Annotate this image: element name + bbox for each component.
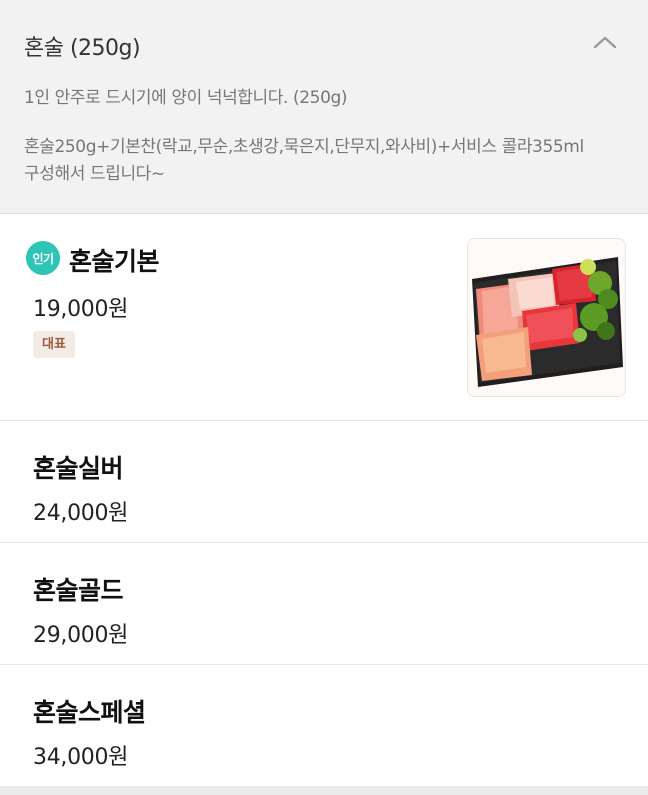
menu-item-price: 24,000원 bbox=[33, 501, 129, 526]
popular-badge: 인기 bbox=[26, 241, 60, 275]
description-line bbox=[24, 112, 624, 134]
menu-item-price: 19,000원 bbox=[33, 297, 129, 322]
description-line: 구성해서 드립니다~ bbox=[24, 164, 165, 184]
menu-item-name: 혼술기본 bbox=[69, 247, 160, 276]
menu-item-price: 29,000원 bbox=[33, 623, 129, 648]
representative-tag: 대표 bbox=[33, 331, 75, 358]
menu-item[interactable]: 인기 혼술기본 19,000원 대표 bbox=[0, 214, 648, 421]
menu-item-price: 34,000원 bbox=[33, 745, 129, 770]
bottom-divider bbox=[0, 786, 648, 795]
description-line: 1인 안주로 드시기에 양이 넉넉합니다. (250g) bbox=[24, 88, 348, 108]
sashimi-platter-image[interactable] bbox=[467, 238, 626, 397]
chevron-up-icon[interactable] bbox=[592, 34, 618, 50]
menu-item-name: 혼술실버 bbox=[33, 454, 124, 483]
menu-item[interactable]: 혼술골드 29,000원 bbox=[0, 543, 648, 665]
menu-list: 인기 혼술기본 19,000원 대표 혼술실버 24,000원 혼술골드 29,… bbox=[0, 214, 648, 787]
menu-item[interactable]: 혼술스페셜 34,000원 bbox=[0, 665, 648, 787]
popular-badge-label: 인기 bbox=[32, 251, 54, 266]
menu-item-name: 혼술골드 bbox=[33, 576, 124, 605]
description-line: 혼술250g+기본찬(락교,무순,초생강,묵은지,단무지,와사비)+서비스 콜라… bbox=[24, 137, 584, 157]
option-group-description: 1인 안주로 드시기에 양이 넉넉합니다. (250g) 혼술250g+기본찬(… bbox=[24, 85, 624, 188]
menu-item[interactable]: 혼술실버 24,000원 bbox=[0, 421, 648, 543]
option-group-title: 혼술 (250g) bbox=[24, 36, 141, 61]
option-group-header[interactable]: 혼술 (250g) 1인 안주로 드시기에 양이 넉넉합니다. (250g) 혼… bbox=[0, 0, 648, 214]
menu-item-name: 혼술스페셜 bbox=[33, 698, 146, 727]
